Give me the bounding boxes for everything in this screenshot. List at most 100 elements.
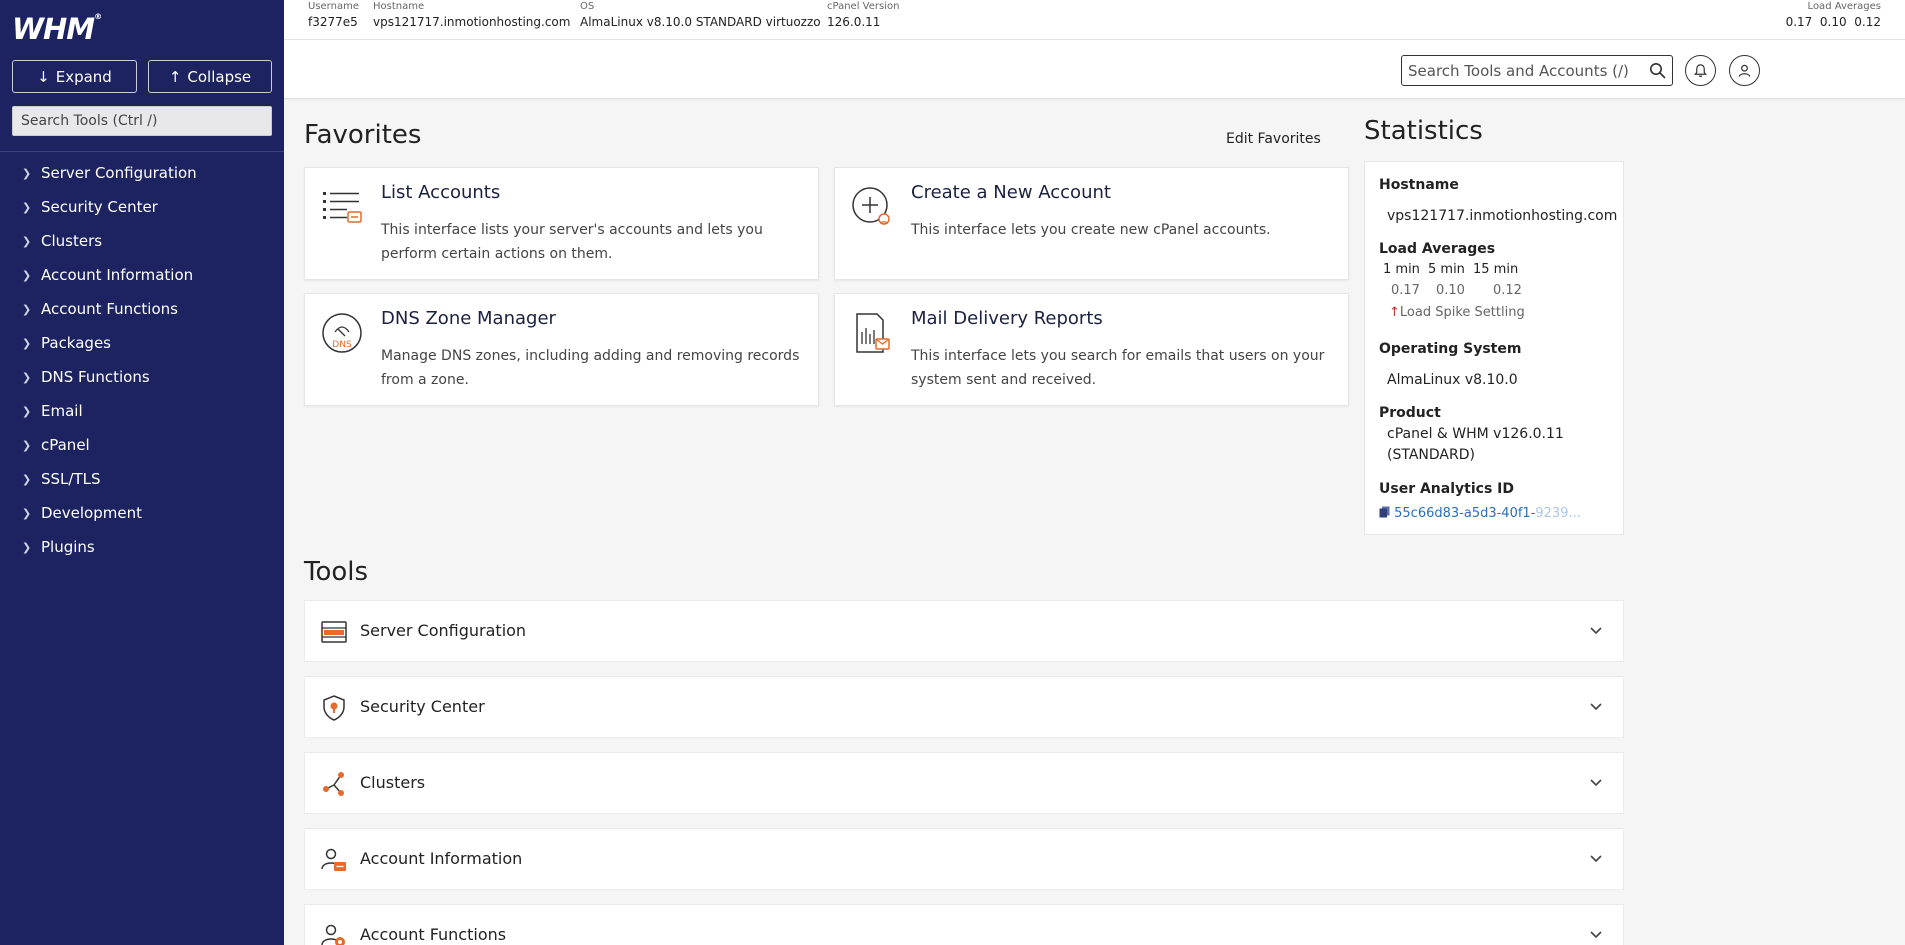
sidebar-item-dns-functions[interactable]: ❯ DNS Functions: [0, 360, 284, 394]
sidebar-item-email[interactable]: ❯ Email: [0, 394, 284, 428]
tools-title: Tools: [304, 557, 369, 587]
info-cpanel-version: cPanel Version 126.0.11: [827, 1, 900, 29]
favorite-list-accounts[interactable]: List Accounts This interface lists your …: [304, 167, 819, 280]
info-hostname: Hostname vps121717.inmotionhosting.com: [373, 1, 571, 29]
chevron-right-icon: ❯: [22, 234, 32, 248]
expand-label: Expand: [55, 67, 112, 86]
statistics-card: Hostname vps121717.inmotionhosting.com L…: [1364, 161, 1624, 535]
sidebar-item-plugins[interactable]: ❯ Plugins: [0, 530, 284, 564]
chevron-right-icon: ❯: [22, 166, 32, 180]
tool-group-label: Account Functions: [360, 925, 507, 944]
notifications-button[interactable]: [1685, 55, 1716, 86]
info-os: OS AlmaLinux v8.10.0 STANDARD virtuozzo: [580, 1, 821, 29]
load-note: ↑Load Spike Settling: [1389, 305, 1525, 320]
sidebar-nav: ❯ Server Configuration ❯ Security Center ❯…: [0, 156, 284, 564]
tool-group-server-configuration[interactable]: Server Configuration: [304, 600, 1624, 662]
sidebar-item-server-configuration[interactable]: ❯ Server Configuration: [0, 156, 284, 190]
list-accounts-icon: [323, 192, 362, 223]
user-analytics-id[interactable]: 55c66d83-a5d3-40f1-9239...: [1379, 506, 1619, 521]
favorite-description: Manage DNS zones, including adding and r…: [381, 348, 800, 388]
stat-load-label: Load Averages: [1379, 241, 1496, 257]
account-info-icon: [321, 848, 346, 871]
svg-text:DNS: DNS: [332, 340, 352, 350]
favorite-create-account[interactable]: Create a New Account This interface lets…: [834, 167, 1349, 280]
chevron-right-icon: ❯: [22, 404, 32, 418]
load-header-15min: 15 min: [1473, 262, 1519, 277]
chevron-right-icon: ❯: [22, 438, 32, 452]
stat-product-value-1: cPanel & WHM v126.0.11: [1387, 426, 1564, 442]
tool-group-label: Security Center: [360, 697, 485, 716]
chevron-down-icon[interactable]: [1589, 851, 1603, 865]
load-value-1min: 0.17: [1391, 283, 1420, 298]
load-value-5min: 0.10: [1436, 283, 1465, 298]
bell-icon: [1694, 64, 1707, 77]
tool-group-account-functions[interactable]: Account Functions: [304, 904, 1624, 945]
chevron-down-icon[interactable]: [1589, 699, 1603, 713]
favorite-title: DNS Zone Manager: [381, 308, 556, 329]
server-icon: [321, 621, 347, 643]
shield-icon: [323, 695, 345, 721]
whm-logo[interactable]: WHM®: [12, 12, 102, 46]
sidebar-item-account-information[interactable]: ❯ Account Information: [0, 258, 284, 292]
sidebar-item-ssl-tls[interactable]: ❯ SSL/TLS: [0, 462, 284, 496]
sidebar: WHM® ↓ Expand ↑ Collapse ❯Server Configu…: [0, 0, 284, 945]
statistics-title: Statistics: [1364, 116, 1483, 146]
favorite-title: Create a New Account: [911, 182, 1111, 203]
load-value-15min: 0.12: [1493, 283, 1522, 298]
stat-os-value: AlmaLinux v8.10.0: [1387, 372, 1518, 388]
tool-group-account-information[interactable]: Account Information: [304, 828, 1624, 890]
favorite-mail-delivery-reports[interactable]: Mail Delivery Reports This interface let…: [834, 293, 1349, 406]
chevron-right-icon: ❯: [22, 472, 32, 486]
collapse-button[interactable]: ↑ Collapse: [148, 60, 272, 93]
load-header-1min: 1 min: [1383, 262, 1420, 277]
chevron-right-icon: ❯: [22, 302, 32, 316]
chevron-right-icon: ❯: [22, 336, 32, 350]
favorite-title: Mail Delivery Reports: [911, 308, 1103, 329]
stat-product-label: Product: [1379, 405, 1441, 421]
sidebar-item-account-functions[interactable]: ❯ Account Functions: [0, 292, 284, 326]
collapse-label: Collapse: [187, 67, 252, 86]
sidebar-item-cpanel[interactable]: ❯ cPanel: [0, 428, 284, 462]
load-header-5min: 5 min: [1428, 262, 1465, 277]
chevron-down-icon[interactable]: [1589, 775, 1603, 789]
account-functions-icon: [321, 924, 345, 945]
info-load-averages: Load Averages 0.17 0.10 0.12: [1785, 1, 1881, 29]
global-search-input[interactable]: [1402, 56, 1642, 85]
stat-uaid-label: User Analytics ID: [1379, 481, 1514, 497]
stat-os-label: Operating System: [1379, 341, 1522, 357]
sidebar-item-security-center[interactable]: ❯ Security Center: [0, 190, 284, 224]
stat-product-value-2: (STANDARD): [1387, 447, 1475, 463]
copy-icon[interactable]: [1379, 506, 1394, 521]
tool-group-security-center[interactable]: Security Center: [304, 676, 1624, 738]
chevron-right-icon: ❯: [22, 370, 32, 384]
user-menu-button[interactable]: [1729, 55, 1760, 86]
sidebar-item-packages[interactable]: ❯ Packages: [0, 326, 284, 360]
favorites-title: Favorites: [304, 120, 422, 150]
info-username: Username f3277e5: [308, 1, 359, 29]
cluster-icon: [323, 772, 344, 796]
user-icon: [1738, 64, 1751, 77]
chevron-right-icon: ❯: [22, 268, 32, 282]
stat-hostname-label: Hostname: [1379, 177, 1459, 193]
arrow-up-icon: ↑: [168, 67, 182, 86]
chevron-down-icon[interactable]: [1589, 927, 1603, 941]
server-info-bar: Username f3277e5 Hostname vps121717.inmo…: [284, 0, 1905, 40]
sidebar-search-input[interactable]: [12, 106, 272, 136]
global-search: [1401, 55, 1673, 86]
tool-group-label: Server Configuration: [360, 621, 527, 640]
chevron-right-icon: ❯: [22, 540, 32, 554]
search-icon[interactable]: [1649, 62, 1666, 83]
create-account-icon: [852, 187, 890, 225]
chevron-right-icon: ❯: [22, 506, 32, 520]
tool-group-clusters[interactable]: Clusters: [304, 752, 1624, 814]
dns-icon: DNS: [322, 313, 362, 353]
sidebar-item-clusters[interactable]: ❯ Clusters: [0, 224, 284, 258]
favorite-dns-zone-manager[interactable]: DNS DNS Zone Manager Manage DNS zones, i…: [304, 293, 819, 406]
favorite-description: This interface lists your server's accou…: [381, 222, 763, 262]
chevron-down-icon[interactable]: [1589, 623, 1603, 637]
arrow-up-icon: ↑: [1389, 305, 1400, 320]
chevron-right-icon: ❯: [22, 200, 32, 214]
expand-button[interactable]: ↓ Expand: [12, 60, 137, 93]
sidebar-item-development[interactable]: ❯ Development: [0, 496, 284, 530]
edit-favorites-link[interactable]: Edit Favorites: [1226, 131, 1321, 147]
